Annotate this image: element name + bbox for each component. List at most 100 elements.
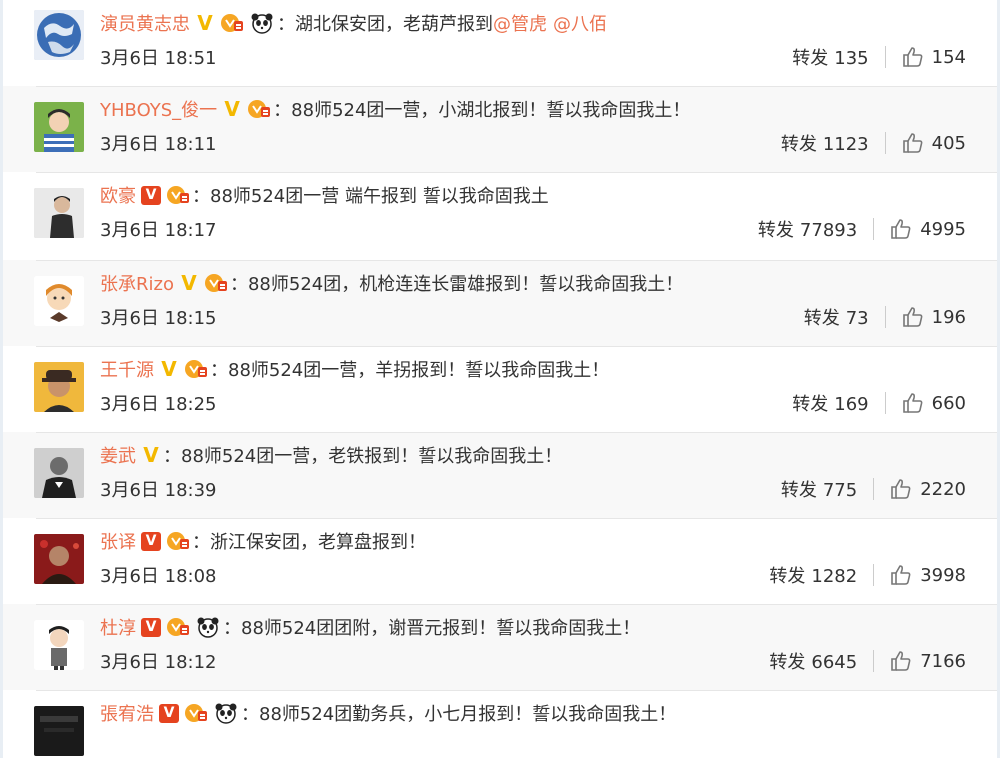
thumbs-up-icon	[902, 47, 923, 67]
like-button[interactable]: 4995	[890, 218, 966, 240]
comment-row: 張宥浩 V ：88师524团勤务兵，小七月报到！誓以我命固我土！	[0, 690, 1000, 776]
comment-time: 3月6日 18:15	[100, 308, 217, 329]
like-button[interactable]: 7166	[890, 650, 966, 672]
repost-count: 775	[822, 480, 858, 501]
comment-time: 3月6日 18:08	[100, 566, 217, 587]
timestamp: 3月6日 18:15	[100, 304, 217, 330]
comment-text: ：浙江保安团，老算盘报到！	[192, 532, 426, 553]
repost-button[interactable]: 转发 775	[781, 476, 857, 502]
comment-line: 张承Rizo V ：88师524团，机枪连连长雷雄报到！誓以我命固我土！	[100, 266, 683, 300]
timestamp: 3月6日 18:12	[100, 648, 217, 674]
avatar[interactable]	[34, 188, 84, 238]
verified-yellow-icon: V	[143, 443, 159, 467]
panda-icon	[249, 12, 275, 34]
username-link[interactable]: 杜淳	[100, 614, 136, 640]
comment-line: 演员黄志忠 V ：湖北保安团，老葫芦报到 @管虎 @八佰	[100, 6, 607, 40]
repost-count: 169	[834, 394, 869, 415]
vip-member-icon[interactable]	[247, 98, 271, 120]
mention-link[interactable]: @八佰	[553, 10, 607, 36]
username-link[interactable]: 姜武	[100, 442, 136, 468]
vip-member-icon[interactable]	[184, 358, 208, 380]
comment-row: 杜淳 V ：88师524团团附，谢晋元报到！誓以我命固我土！ 3月6日 18:12 转发…	[0, 604, 1000, 690]
repost-label: 转发	[792, 394, 829, 415]
vip-member-icon[interactable]	[166, 184, 190, 206]
comment-row: 王千源 V ：88师524团一营，羊拐报到！誓以我命固我土！ 3月6日 18:25 转发…	[0, 346, 1000, 432]
like-count: 660	[931, 392, 966, 414]
comment-time: 3月6日 18:51	[100, 48, 217, 69]
avatar[interactable]	[34, 448, 84, 498]
repost-button[interactable]: 转发 77893	[758, 216, 857, 242]
vip-member-icon[interactable]	[220, 12, 244, 34]
comment-text: ：88师524团，机枪连连长雷雄报到！誓以我命固我土！	[229, 274, 684, 295]
vip-member-icon[interactable]	[166, 616, 190, 638]
vip-member-icon[interactable]	[184, 702, 208, 724]
username-link[interactable]: 王千源	[100, 356, 154, 382]
like-button[interactable]: 196	[902, 306, 966, 328]
verified-red-icon: V	[141, 185, 161, 205]
action-divider	[884, 46, 886, 68]
thumbs-up-icon	[891, 651, 911, 671]
repost-label: 转发	[769, 566, 806, 587]
repost-label: 转发	[757, 220, 794, 241]
thumbs-up-icon	[891, 565, 911, 585]
comment-actions: 转发 775 2220	[781, 476, 966, 502]
timestamp: 3月6日 18:11	[100, 130, 217, 156]
comment-text: ：88师524团团附，谢晋元报到！誓以我命固我土！	[223, 618, 641, 639]
action-divider	[873, 650, 875, 672]
like-button[interactable]: 154	[902, 46, 966, 68]
avatar[interactable]	[34, 620, 84, 670]
verified-yellow-icon: V	[161, 357, 177, 381]
avatar[interactable]	[34, 362, 84, 412]
repost-button[interactable]: 转发 169	[792, 390, 868, 416]
comment-line: 欧豪 V ：88师524团一营 端午报到 誓以我命固我土	[100, 178, 549, 212]
comment-actions: 转发 169 660	[792, 390, 966, 416]
avatar[interactable]	[34, 534, 84, 584]
comment-row: YHBOYS_俊一 V ：88师524团一营，小湖北报到！誓以我命固我土！ 3月6日 …	[0, 86, 1000, 172]
like-button[interactable]: 660	[902, 392, 966, 414]
repost-count: 73	[845, 308, 869, 329]
timestamp: 3月6日 18:08	[100, 562, 217, 588]
comment-text: ：湖北保安团，老葫芦报到	[277, 14, 493, 35]
repost-button[interactable]: 转发 6645	[769, 648, 857, 674]
row-divider	[36, 604, 1000, 605]
comment-time: 3月6日 18:12	[100, 652, 217, 673]
comment-time: 3月6日 18:39	[100, 480, 217, 501]
repost-label: 转发	[769, 652, 806, 673]
comment-line: 張宥浩 V ：88师524团勤务兵，小七月报到！誓以我命固我土！	[100, 696, 676, 730]
avatar[interactable]	[34, 276, 84, 326]
row-divider	[36, 346, 1000, 347]
timestamp: 3月6日 18:39	[100, 476, 217, 502]
avatar[interactable]	[34, 10, 84, 60]
repost-button[interactable]: 转发 135	[792, 44, 868, 70]
username-link[interactable]: 欧豪	[100, 182, 136, 208]
repost-label: 转发	[792, 48, 829, 69]
action-divider	[884, 392, 886, 414]
repost-button[interactable]: 转发 1123	[781, 130, 869, 156]
vip-member-icon[interactable]	[204, 272, 228, 294]
username-link[interactable]: 張宥浩	[100, 700, 154, 726]
repost-count: 6645	[811, 652, 858, 673]
row-divider	[36, 86, 1000, 87]
repost-label: 转发	[780, 134, 817, 155]
row-divider	[36, 518, 1000, 519]
username-link[interactable]: 张译	[100, 528, 136, 554]
avatar[interactable]	[34, 706, 84, 756]
username-link[interactable]: 演员黄志忠	[100, 10, 190, 36]
comment-line: 姜武 V ：88师524团一营，老铁报到！誓以我命固我土！	[100, 438, 562, 472]
like-button[interactable]: 2220	[890, 478, 966, 500]
vip-member-icon[interactable]	[166, 530, 190, 552]
repost-button[interactable]: 转发 1282	[769, 562, 857, 588]
like-button[interactable]: 3998	[890, 564, 966, 586]
row-divider	[36, 690, 1000, 691]
username-link[interactable]: YHBOYS_俊一	[100, 96, 217, 122]
like-count: 154	[931, 46, 966, 68]
comment-line: YHBOYS_俊一 V ：88师524团一营，小湖北报到！誓以我命固我土！	[100, 92, 690, 126]
avatar[interactable]	[34, 102, 84, 152]
comment-text: ：88师524团一营，羊拐报到！誓以我命固我土！	[210, 360, 610, 381]
mention-link[interactable]: @管虎	[493, 10, 547, 36]
verified-yellow-icon: V	[224, 97, 240, 121]
action-divider	[884, 132, 886, 154]
repost-button[interactable]: 转发 73	[804, 304, 869, 330]
username-link[interactable]: 张承Rizo	[100, 270, 174, 296]
like-button[interactable]: 405	[902, 132, 966, 154]
